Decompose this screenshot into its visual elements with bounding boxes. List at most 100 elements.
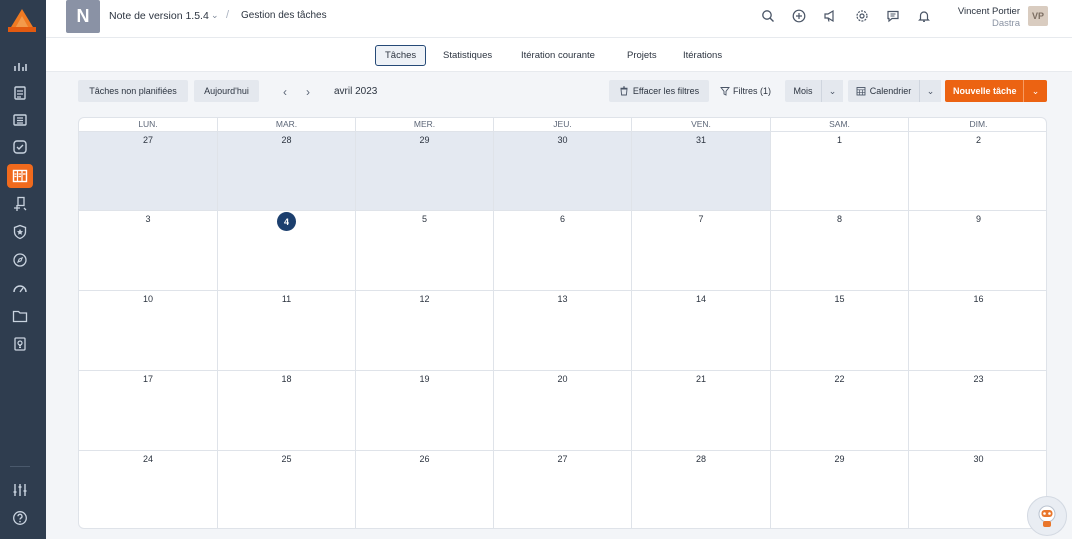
breadcrumb-separator: /: [226, 9, 230, 21]
project-selector[interactable]: Note de version 1.5.4: [109, 10, 209, 22]
calendar-day-cell[interactable]: 14: [632, 291, 771, 371]
tab-projets[interactable]: Projets: [618, 45, 666, 66]
kanban-board-icon[interactable]: [7, 164, 33, 188]
user-name[interactable]: Vincent Portier: [900, 6, 1020, 17]
calendar-day-cell[interactable]: 1: [771, 132, 909, 211]
day-number: 27: [557, 454, 568, 464]
star-shield-icon[interactable]: [7, 220, 33, 244]
chevron-down-icon[interactable]: ⌄: [211, 10, 219, 21]
calendar-day-cell[interactable]: 18: [218, 371, 356, 451]
current-month-label: avril 2023: [334, 86, 378, 97]
day-number: 8: [836, 214, 842, 224]
new-task-button[interactable]: Nouvelle tâche ⌄: [945, 80, 1047, 102]
hierarchy-icon[interactable]: [7, 192, 33, 216]
add-icon[interactable]: [791, 8, 807, 24]
help-icon[interactable]: [7, 506, 33, 530]
filters-button[interactable]: Filtres (1): [720, 80, 771, 102]
calendar-day-cell[interactable]: 30: [494, 132, 632, 211]
calendar-day-cell[interactable]: 3: [79, 211, 218, 291]
day-number: 11: [281, 294, 292, 304]
calendar-day-cell[interactable]: 9: [909, 211, 1046, 291]
day-number: 13: [557, 294, 568, 304]
calendar-day-cell[interactable]: 23: [909, 371, 1046, 451]
day-number: 28: [281, 135, 292, 145]
search-icon[interactable]: [760, 8, 776, 24]
project-avatar[interactable]: N: [66, 0, 100, 33]
settings-icon[interactable]: [854, 8, 870, 24]
breadcrumb[interactable]: Gestion des tâches: [241, 10, 327, 21]
chart-bars-icon[interactable]: [7, 54, 33, 78]
calendar-day-cell[interactable]: 4: [218, 211, 356, 291]
day-number: 7: [698, 214, 704, 224]
lightbulb-icon[interactable]: [7, 332, 33, 356]
weekday-label: MAR.: [218, 118, 356, 131]
calendar-day-cell[interactable]: 26: [356, 451, 494, 528]
calendar-day-cell[interactable]: 24: [79, 451, 218, 528]
chat-icon[interactable]: [885, 8, 901, 24]
view-select-label: Calendrier: [869, 86, 912, 96]
day-number: 16: [973, 294, 984, 304]
calendar-day-cell[interactable]: 29: [356, 132, 494, 211]
calendar-day-cell[interactable]: 5: [356, 211, 494, 291]
calendar-day-cell[interactable]: 15: [771, 291, 909, 371]
weekday-label: VEN.: [632, 118, 771, 131]
calendar-day-cell[interactable]: 12: [356, 291, 494, 371]
calendar-day-cell[interactable]: 28: [632, 451, 771, 528]
compass-icon[interactable]: [7, 248, 33, 272]
view-dropdown-chevron-icon[interactable]: ⌄: [919, 80, 941, 102]
calendar-day-cell[interactable]: 20: [494, 371, 632, 451]
tab-statistiques[interactable]: Statistiques: [434, 45, 501, 66]
calendar-day-cell[interactable]: 11: [218, 291, 356, 371]
calendar-day-cell[interactable]: 6: [494, 211, 632, 291]
trash-icon: [620, 86, 628, 96]
calendar-grid: 27 28 29 30 31 1 2 3 4 5 6 7 8 9 10 11 12 13 14 15 16 17 18 19 2…: [79, 132, 1046, 528]
calendar-day-cell[interactable]: 13: [494, 291, 632, 371]
unplanned-tasks-button[interactable]: Tâches non planifiées: [78, 80, 188, 102]
robot-icon: [1038, 505, 1056, 527]
calendar-day-cell[interactable]: 8: [771, 211, 909, 291]
document-icon[interactable]: [7, 81, 33, 105]
calendar-day-cell[interactable]: 16: [909, 291, 1046, 371]
folder-icon[interactable]: [7, 304, 33, 328]
day-number: 21: [695, 374, 706, 384]
list-icon[interactable]: [7, 108, 33, 132]
next-month-button[interactable]: ›: [300, 84, 316, 100]
calendar-day-cell[interactable]: 31: [632, 132, 771, 211]
announce-icon[interactable]: [822, 8, 838, 24]
calendar-day-cell[interactable]: 27: [494, 451, 632, 528]
new-task-dropdown-chevron-icon[interactable]: ⌄: [1023, 80, 1047, 102]
clear-filters-label: Effacer les filtres: [632, 86, 700, 96]
sliders-icon[interactable]: [7, 478, 33, 502]
assistant-bot-button[interactable]: [1027, 496, 1067, 536]
previous-month-button[interactable]: ‹: [277, 84, 293, 100]
calendar-day-cell[interactable]: 17: [79, 371, 218, 451]
clear-filters-button[interactable]: Effacer les filtres: [609, 80, 709, 102]
day-number: 3: [145, 214, 151, 224]
calendar-day-cell[interactable]: 29: [771, 451, 909, 528]
today-button[interactable]: Aujourd'hui: [194, 80, 259, 102]
new-task-label: Nouvelle tâche: [953, 86, 1017, 96]
check-shield-icon[interactable]: [7, 135, 33, 159]
app-logo-icon[interactable]: [7, 8, 37, 34]
speedometer-icon[interactable]: [7, 276, 33, 300]
calendar-day-cell[interactable]: 28: [218, 132, 356, 211]
calendar-day-cell[interactable]: 21: [632, 371, 771, 451]
tab-iteration-courante[interactable]: Itération courante: [512, 45, 604, 66]
calendar-day-cell[interactable]: 25: [218, 451, 356, 528]
module-tabs: Tâches Statistiques Itération courante P…: [46, 38, 1072, 72]
day-number: 20: [557, 374, 568, 384]
view-select-button[interactable]: Calendrier: [848, 80, 919, 102]
calendar-day-cell[interactable]: 2: [909, 132, 1046, 211]
filters-label: Filtres (1): [733, 86, 771, 96]
calendar-day-cell[interactable]: 22: [771, 371, 909, 451]
tab-taches[interactable]: Tâches: [375, 45, 427, 66]
period-dropdown-chevron-icon[interactable]: ⌄: [821, 80, 843, 102]
tab-iterations[interactable]: Itérations: [674, 45, 731, 66]
calendar-day-cell[interactable]: 19: [356, 371, 494, 451]
calendar-day-cell[interactable]: 10: [79, 291, 218, 371]
calendar-day-cell[interactable]: 7: [632, 211, 771, 291]
calendar-day-cell[interactable]: 27: [79, 132, 218, 211]
sidebar-divider: [10, 466, 30, 467]
period-select-button[interactable]: Mois: [785, 80, 821, 102]
avatar[interactable]: VP: [1028, 6, 1048, 26]
